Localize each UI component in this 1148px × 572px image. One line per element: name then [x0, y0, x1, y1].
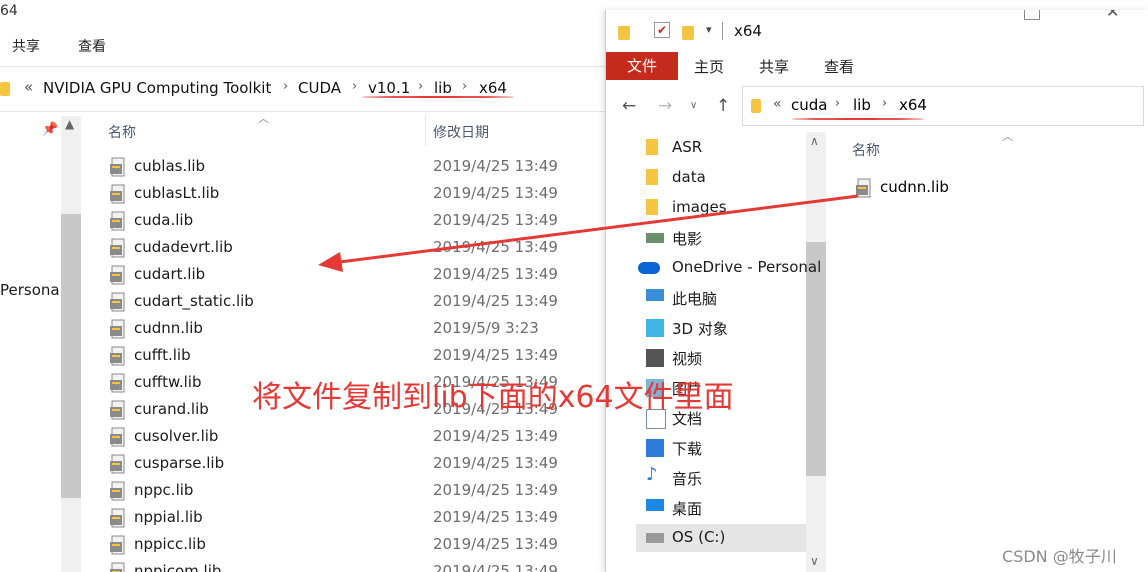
annotation-arrow	[318, 194, 859, 272]
arrow-line	[331, 194, 859, 265]
watermark: CSDN @牧子川	[1002, 547, 1117, 566]
annotation-text: 将文件复制到lib下面的x64文件里面	[252, 380, 734, 415]
arrow-head	[318, 252, 343, 272]
